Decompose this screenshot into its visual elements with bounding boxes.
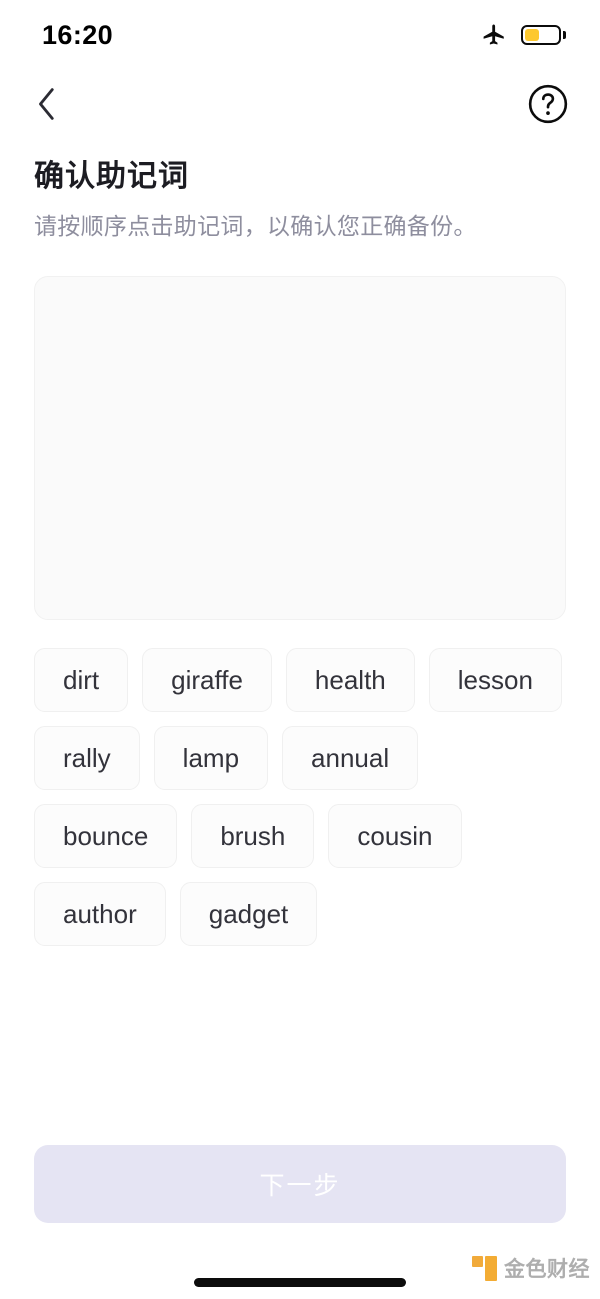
watermark: 金色财经 bbox=[472, 1253, 590, 1283]
word-chip[interactable]: giraffe bbox=[142, 647, 272, 712]
watermark-text: 金色财经 bbox=[504, 1258, 590, 1281]
word-chip[interactable]: cousin bbox=[328, 803, 462, 868]
help-button[interactable] bbox=[526, 82, 570, 126]
word-chip[interactable]: brush bbox=[191, 803, 315, 868]
status-indicators bbox=[481, 22, 566, 48]
back-button[interactable] bbox=[24, 81, 70, 127]
airplane-mode-icon bbox=[483, 24, 504, 45]
header-section: 确认助记词 请按顺序点击助记词，以确认您正确备份。 bbox=[0, 138, 600, 242]
page-title: 确认助记词 bbox=[34, 160, 189, 193]
word-chip[interactable]: gadget bbox=[179, 881, 318, 946]
question-mark-circle-icon bbox=[528, 84, 568, 124]
selected-words-area[interactable] bbox=[34, 275, 566, 620]
battery-icon bbox=[521, 25, 566, 45]
word-chip[interactable]: author bbox=[34, 881, 166, 946]
status-time: 16:20 bbox=[42, 19, 114, 50]
footer: 下一步 bbox=[0, 1145, 600, 1223]
battery-fill bbox=[525, 29, 540, 41]
word-chip[interactable]: lamp bbox=[153, 725, 269, 790]
word-chip[interactable]: annual bbox=[282, 725, 419, 790]
page-subtitle: 请按顺序点击助记词，以确认您正确备份。 bbox=[34, 212, 477, 239]
battery-cap bbox=[563, 31, 566, 39]
chevron-left-icon bbox=[39, 88, 54, 120]
jinse-logo-icon bbox=[472, 1255, 497, 1281]
home-indicator bbox=[194, 1278, 406, 1287]
battery-body bbox=[521, 25, 561, 45]
word-chip[interactable]: health bbox=[285, 647, 415, 712]
word-chip[interactable]: bounce bbox=[34, 803, 178, 868]
status-bar: 16:20 bbox=[0, 0, 600, 70]
word-chip[interactable]: dirt bbox=[34, 647, 129, 712]
word-chip[interactable]: lesson bbox=[428, 647, 562, 712]
word-pool: dirt giraffe health lesson rally lamp annual bo… bbox=[34, 647, 566, 946]
nav-bar bbox=[0, 70, 600, 138]
word-chip[interactable]: rally bbox=[34, 725, 140, 790]
phone-screen: 16:20 确认助记词 请按顺序点击助记词，以确认您正确备份。 dirt gir… bbox=[0, 0, 600, 1299]
next-button[interactable]: 下一步 bbox=[34, 1145, 566, 1223]
